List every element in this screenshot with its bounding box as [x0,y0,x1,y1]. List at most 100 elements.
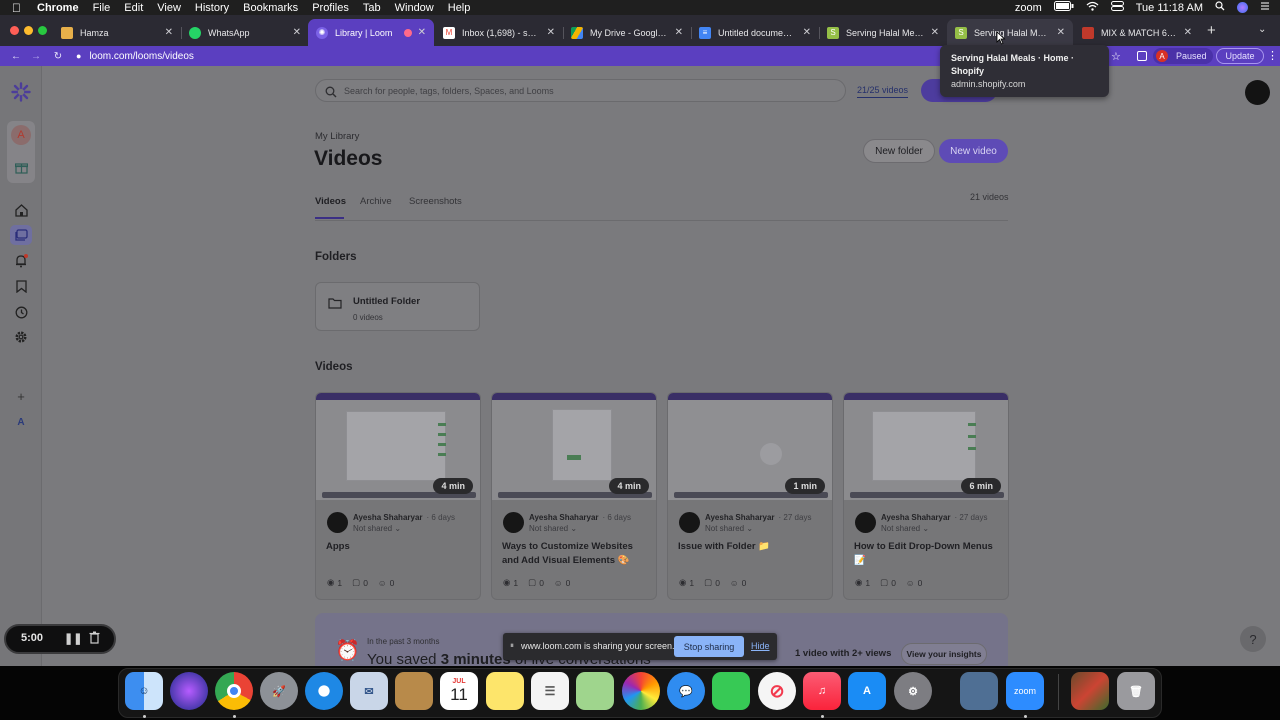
drag-handle-icon[interactable]: ⏸ [510,641,514,651]
menu-view[interactable]: View [150,2,188,14]
workspace-avatar[interactable]: A [11,125,31,145]
video-card[interactable]: 4 min Ayesha Shaharyar · 6 days Not share… [491,392,657,600]
zoom-status-label[interactable]: zoom [1015,2,1042,14]
workspace-initial-link[interactable]: A [11,412,31,432]
photos-icon[interactable] [622,672,660,710]
control-center-icon[interactable] [1110,1,1124,14]
notifications-bell-icon[interactable] [11,251,31,271]
video-usage-count[interactable]: 21/25 videos [857,85,909,98]
back-arrow-icon[interactable]: ← [9,51,23,62]
tab-close-icon[interactable]: ✕ [293,27,301,38]
trash-icon[interactable] [89,631,100,649]
share-status-dropdown[interactable]: Not shared ⌄ [353,524,401,533]
menu-profiles[interactable]: Profiles [305,2,356,14]
video-card[interactable]: 4 min Ayesha Shaharyar · 6 days Not share… [315,392,481,600]
app-store-icon[interactable]: A [848,672,886,710]
add-workspace-button[interactable]: + [11,386,31,406]
share-status-dropdown[interactable]: Not shared ⌄ [529,524,577,533]
author-avatar[interactable] [503,512,524,533]
reminders-icon[interactable]: ☰ [531,672,569,710]
tab-close-icon[interactable]: ✕ [1057,27,1065,38]
menu-help[interactable]: Help [441,2,478,14]
share-status-dropdown[interactable]: Not shared ⌄ [881,524,929,533]
system-preferences-icon[interactable]: ⚙ [894,672,932,710]
apple-menu-icon[interactable]:  [0,1,30,15]
spotlight-search-icon[interactable] [1215,1,1225,14]
folder-card[interactable]: Untitled Folder 0 videos [315,282,480,331]
author-name[interactable]: Ayesha Shaharyar [353,513,423,522]
author-avatar[interactable] [855,512,876,533]
video-title[interactable]: How to Edit Drop-Down Menus 📝 [854,540,1004,568]
video-title[interactable]: Apps [326,540,476,554]
bookmark-icon[interactable] [11,276,31,296]
menu-history[interactable]: History [188,2,236,14]
battery-icon[interactable] [1053,1,1074,14]
tab-shopify-1[interactable]: S Serving Halal Meals - I ✕ [819,19,947,46]
tab-hamza[interactable]: Hamza ✕ [53,19,181,46]
menu-window[interactable]: Window [388,2,441,14]
maps-icon[interactable] [576,672,614,710]
tab-videos[interactable]: Videos [315,196,346,207]
site-info-icon[interactable]: ● [76,51,81,61]
menu-file[interactable]: File [86,2,118,14]
news-icon[interactable]: ⊘ [758,672,796,710]
notes-icon[interactable] [486,672,524,710]
tab-close-icon[interactable]: ✕ [165,27,173,38]
mail-icon[interactable]: ✉ [350,672,388,710]
breadcrumb[interactable]: My Library [315,131,359,142]
author-name[interactable]: Ayesha Shaharyar [529,513,599,522]
forward-arrow-icon[interactable]: → [29,51,43,62]
bookmark-star-icon[interactable]: ☆ [1111,50,1121,63]
pause-icon[interactable]: ❚❚ [64,632,82,645]
launchpad-icon[interactable]: 🚀 [260,672,298,710]
video-title[interactable]: Ways to Customize Websites and Add Visua… [502,540,652,568]
profile-paused-chip[interactable]: A Paused [1153,48,1213,64]
reload-icon[interactable]: ↻ [51,51,65,62]
loom-logo-icon[interactable] [11,82,31,102]
tab-close-icon[interactable]: ✕ [675,27,683,38]
gift-icon[interactable] [11,157,31,177]
downloads-stack-icon[interactable] [1071,672,1109,710]
preview-icon[interactable] [960,672,998,710]
clock-label[interactable]: Tue 11:18 AM [1136,2,1203,14]
new-folder-button[interactable]: New folder [863,139,935,163]
chrome-icon[interactable] [215,672,253,710]
tab-screenshots[interactable]: Screenshots [409,196,462,207]
calendar-icon[interactable]: JUL 11 [440,672,478,710]
tab-library-loom[interactable]: ✺ Library | Loom ✕ [308,19,434,46]
video-card[interactable]: 1 min Ayesha Shaharyar · 27 days Not shar… [667,392,833,600]
tab-close-icon[interactable]: ✕ [1184,27,1192,38]
siri-icon[interactable] [1237,2,1248,13]
tab-google-docs[interactable]: ≡ Untitled document - G ✕ [691,19,819,46]
window-close-button[interactable] [10,26,19,35]
menu-bookmarks[interactable]: Bookmarks [236,2,305,14]
siri-dock-icon[interactable] [170,672,208,710]
safari-icon[interactable] [305,672,343,710]
tab-close-icon[interactable]: ✕ [418,27,426,38]
view-insights-button[interactable]: View your insights [901,643,987,665]
menu-app-name[interactable]: Chrome [30,2,86,14]
notification-center-icon[interactable] [1260,1,1270,14]
trash-dock-icon[interactable]: 🗑 [1117,672,1155,710]
tab-google-drive[interactable]: My Drive - Google Dri ✕ [563,19,691,46]
tab-archive[interactable]: Archive [360,196,392,207]
messages-icon[interactable]: 💬 [667,672,705,710]
author-name[interactable]: Ayesha Shaharyar [705,513,775,522]
video-title[interactable]: Issue with Folder 📁 [678,540,828,554]
author-avatar[interactable] [327,512,348,533]
search-bar[interactable]: Search for people, tags, folders, Spaces… [315,79,846,102]
hide-button[interactable]: Hide [751,641,770,651]
settings-gear-icon[interactable] [11,327,31,347]
update-button[interactable]: Update [1216,48,1264,64]
tab-gmail-inbox[interactable]: M Inbox (1,698) - suppo ✕ [435,19,563,46]
menu-edit[interactable]: Edit [117,2,150,14]
user-avatar[interactable] [1245,80,1270,105]
tab-shopify-2[interactable]: S Serving Halal Meals - I ✕ [947,19,1073,46]
tab-mix-match[interactable]: MIX & MATCH 6 WEEK ✕ [1074,19,1200,46]
window-zoom-button[interactable] [38,26,47,35]
more-menu-icon[interactable]: ⋮ [1267,49,1278,62]
stop-sharing-button[interactable]: Stop sharing [674,636,744,657]
contacts-icon[interactable] [395,672,433,710]
window-minimize-button[interactable] [24,26,33,35]
home-icon[interactable] [11,200,31,220]
